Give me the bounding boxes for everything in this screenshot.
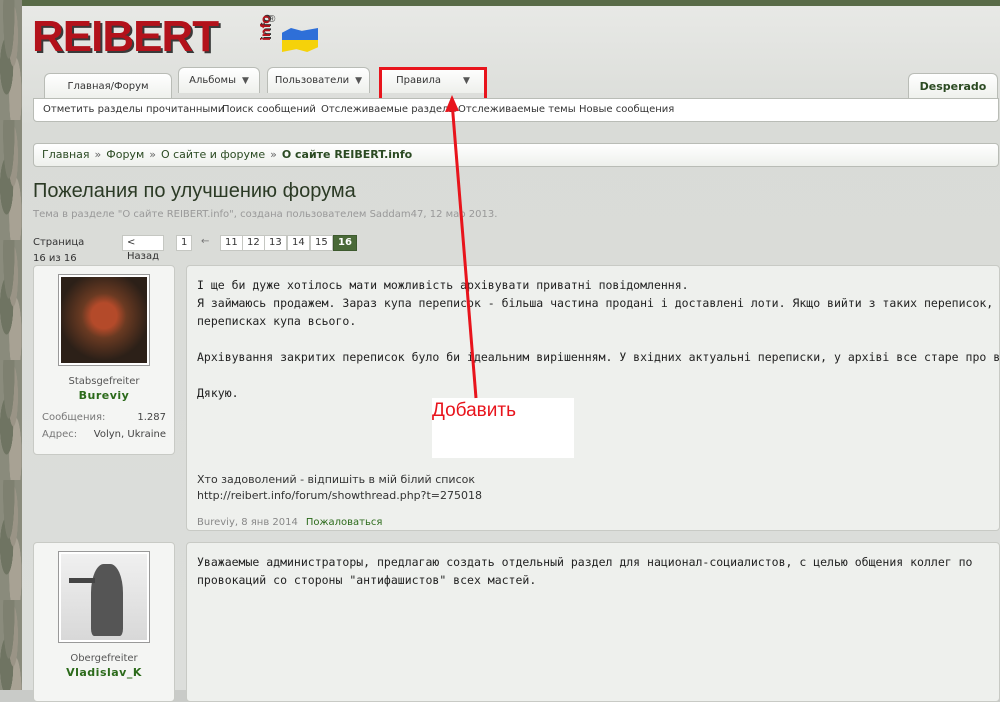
tab-users[interactable]: Пользователи ▼ (267, 67, 370, 93)
tab-albums[interactable]: Альбомы ▼ (178, 67, 260, 93)
sub-nav: Отметить разделы прочитанными Поиск сооб… (33, 98, 999, 122)
tab-label: Альбомы (189, 75, 236, 86)
stat-value: Volyn, Ukraine (93, 429, 166, 440)
chevron-down-icon: ▼ (355, 76, 363, 86)
page-current[interactable]: 16 (333, 235, 357, 251)
highlight-box (379, 67, 487, 101)
annotation-label: Добавить (432, 400, 516, 421)
stat-label: Сообщения: (42, 412, 106, 423)
subnav-mark-read[interactable]: Отметить разделы прочитанными (43, 99, 224, 121)
avatar-image (61, 554, 147, 640)
logo-registered: ® (268, 14, 276, 25)
avatar[interactable] (58, 551, 150, 643)
post-user-info: Obergefreiter Vladislav_K (33, 542, 175, 702)
report-link[interactable]: Пожаловаться (306, 517, 383, 528)
message-line: Архівування закритих переписок було би і… (197, 350, 1000, 364)
signature-line: Хто задоволений - відпишіть в мій білий … (197, 473, 476, 486)
message-line: Дякую. (197, 386, 239, 400)
user-rank: Obergefreiter (70, 653, 138, 664)
page-count-label: Страница 16 из 16 (33, 237, 85, 264)
post-footer: Bureviy, 8 янв 2014 Пожаловаться (197, 517, 383, 528)
breadcrumb-sep: » (149, 148, 156, 161)
page-link[interactable]: 12 (242, 235, 265, 251)
message-line: переписках купа всього. (197, 314, 357, 328)
avatar[interactable] (58, 274, 150, 366)
signature-link[interactable]: http://reibert.info/forum/showthread.php… (197, 488, 989, 504)
page-link[interactable]: 11 (220, 235, 243, 251)
breadcrumb-forum[interactable]: Форум (106, 148, 144, 161)
message-line (197, 330, 989, 348)
camo-border (0, 0, 22, 690)
user-stats: Сообщения: 1.287 Адрес: Volyn, Ukraine (34, 402, 174, 454)
stat-value: 1.287 (137, 412, 166, 423)
page-link[interactable]: 14 (287, 235, 310, 251)
signature: Хто задоволений - відпишіть в мій білий … (197, 472, 989, 504)
soldier-figure (91, 564, 123, 636)
ukraine-flag-icon (282, 28, 318, 52)
tab-label: Главная/Форум (67, 81, 149, 92)
subnav-watched-threads[interactable]: Отслеживаемые темы (458, 99, 576, 121)
username-link[interactable]: Bureviy (34, 389, 174, 402)
post-message: І ще би дуже хотілось мати можливість ар… (186, 265, 1000, 531)
site-logo[interactable]: REIBERT info ® (32, 12, 332, 66)
subnav-search[interactable]: Поиск сообщений (222, 99, 316, 121)
post-date[interactable]: 8 янв 2014 (241, 517, 298, 528)
avatar-image (61, 277, 147, 363)
breadcrumb-home[interactable]: Главная (42, 148, 90, 161)
prev-page-button[interactable]: < Назад (122, 235, 165, 262)
tab-home-forum[interactable]: Главная/Форум (44, 73, 172, 99)
page-link[interactable]: 1 (176, 235, 193, 251)
stat-row: Сообщения: 1.287 (42, 412, 166, 429)
message-line: Уважаемые администраторы, предлагаю созд… (197, 555, 973, 569)
thread-meta: Тема в разделе "О сайте REIBERT.info", с… (33, 209, 498, 220)
username-link[interactable]: Vladislav_K (34, 666, 174, 679)
post-user-info: Stabsgefreiter Bureviy Сообщения: 1.287 А… (33, 265, 175, 455)
subnav-watched-forums[interactable]: Отслеживаемые разделы (321, 99, 456, 121)
post-author-link[interactable]: Bureviy (197, 517, 235, 528)
logo-text: REIBERT (32, 12, 219, 61)
pistol-figure (69, 578, 95, 583)
user-rank: Stabsgefreiter (68, 376, 140, 387)
message-line: провокаций со стороны "антифашистов" все… (197, 573, 537, 587)
breadcrumb-about[interactable]: О сайте и форуме (161, 148, 265, 161)
message-line: І ще би дуже хотілось мати можливість ар… (197, 278, 689, 292)
annotation-box: Добавить (432, 398, 574, 458)
page-link[interactable]: 15 (310, 235, 333, 251)
page-title: Пожелания по улучшению форума (33, 180, 356, 202)
breadcrumb-current[interactable]: О сайте REIBERT.info (282, 148, 412, 161)
tab-label: Пользователи (274, 75, 350, 86)
stat-row: Адрес: Volyn, Ukraine (42, 429, 166, 446)
page-jump-icon[interactable]: ← (197, 235, 213, 251)
breadcrumb-sep: » (94, 148, 102, 161)
message-line: Я займаюсь продажем. Зараз купа переписо… (197, 296, 1000, 310)
breadcrumb-sep: » (270, 148, 277, 161)
message-line (197, 366, 989, 384)
breadcrumb: Главная » Форум » О сайте и форуме » О сайте R… (33, 143, 999, 167)
subnav-new-posts[interactable]: Новые сообщения (579, 99, 674, 121)
stat-label: Адрес: (42, 429, 78, 440)
post-message: Уважаемые администраторы, предлагаю созд… (186, 542, 1000, 702)
chevron-down-icon: ▼ (241, 76, 249, 86)
user-menu-tab[interactable]: Desperado (908, 73, 998, 99)
page-link[interactable]: 13 (264, 235, 287, 251)
